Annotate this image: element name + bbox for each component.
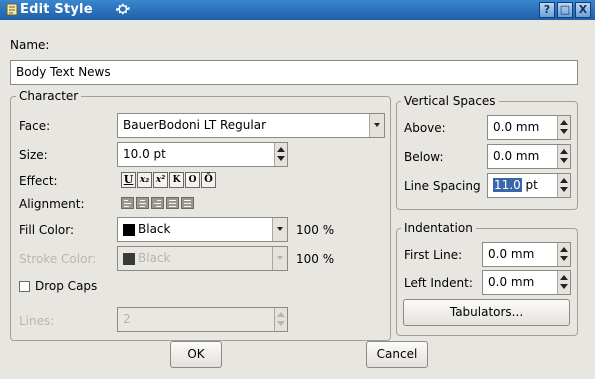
stroke-color-label: Stroke Color: [19,252,97,266]
name-label: Name: [10,38,50,52]
lines-spin-arrows-icon[interactable] [274,308,287,331]
lines-value: 2 [123,312,131,326]
stroke-color-dropdown-arrow-icon[interactable] [272,247,287,270]
outline-button[interactable]: O [185,172,200,188]
name-input-value: Body Text News [16,65,111,79]
fill-color-swatch [123,224,135,236]
character-group-title: Character [16,89,82,103]
tabulators-button[interactable]: Tabulators... [403,299,570,326]
effect-buttons: U x₂ x² K O Ō [121,172,221,189]
ok-button[interactable]: OK [170,341,222,368]
below-spin-arrows-icon[interactable] [557,145,570,168]
above-value: 0.0 mm [493,120,540,134]
superscript-button[interactable]: x² [153,172,168,188]
title-decoration-icon: ⛮ [116,2,130,17]
line-spacing-spinbox[interactable]: 11.0 pt [487,173,571,198]
stroke-color-select[interactable]: Black [117,246,288,271]
effect-label: Effect: [19,174,58,188]
left-indent-spinbox[interactable]: 0.0 mm [482,270,571,295]
below-value: 0.0 mm [493,149,540,163]
maximize-button[interactable]: □ [557,2,573,18]
first-line-label: First Line: [404,248,463,262]
face-select[interactable]: BauerBodoni LT Regular [117,113,385,138]
lines-label: Lines: [19,314,55,328]
lines-spinbox[interactable]: 2 [117,307,288,332]
size-spin-arrows-icon[interactable] [274,143,287,166]
face-dropdown-arrow-icon[interactable] [369,114,384,137]
first-line-spin-arrows-icon[interactable] [557,243,570,266]
alignment-label: Alignment: [19,197,85,211]
fill-color-dropdown-arrow-icon[interactable] [272,218,287,241]
alignment-buttons [121,197,211,211]
first-line-value: 0.0 mm [488,247,535,261]
left-indent-label: Left Indent: [404,276,473,290]
all-caps-button[interactable]: Ō [201,172,216,188]
line-spacing-label: Line Spacing [404,179,481,193]
window-title: Edit Style [20,2,93,17]
below-spinbox[interactable]: 0.0 mm [487,144,571,169]
face-value: BauerBodoni LT Regular [123,118,266,132]
left-indent-value: 0.0 mm [488,275,535,289]
stroke-color-value: Black [138,251,171,265]
line-spacing-spin-arrows-icon[interactable] [557,174,570,197]
align-right-icon[interactable] [151,197,164,209]
align-forced-icon[interactable] [181,197,194,209]
line-spacing-unit: pt [525,178,538,192]
fill-color-label: Fill Color: [19,223,75,237]
size-value: 10.0 pt [123,147,166,161]
drop-caps-label[interactable]: Drop Caps [35,279,97,293]
indentation-title: Indentation [401,221,476,235]
stroke-color-swatch [123,253,135,265]
name-input[interactable]: Body Text News [10,60,578,85]
align-center-icon[interactable] [136,197,149,209]
align-left-icon[interactable] [121,197,134,209]
align-justify-icon[interactable] [166,197,179,209]
above-spinbox[interactable]: 0.0 mm [487,115,571,140]
size-spinbox[interactable]: 10.0 pt [117,142,288,167]
small-caps-button[interactable]: K [169,172,184,188]
vertical-spaces-title: Vertical Spaces [401,94,499,108]
edit-style-dialog: Edit Style ⛮ ? □ X Name: Body Text News … [0,0,595,379]
first-line-spinbox[interactable]: 0.0 mm [482,242,571,267]
title-bar[interactable]: Edit Style ⛮ ? □ X [0,0,595,20]
drop-caps-checkbox[interactable] [19,281,30,292]
above-spin-arrows-icon[interactable] [557,116,570,139]
above-label: Above: [404,121,446,135]
stroke-shade-value[interactable]: 100 % [296,252,334,266]
help-button[interactable]: ? [539,2,555,18]
fill-color-value: Black [138,222,171,236]
line-spacing-selected-value: 11.0 [493,178,522,192]
cancel-button[interactable]: Cancel [366,341,428,368]
below-label: Below: [404,150,444,164]
app-icon [6,3,18,16]
subscript-button[interactable]: x₂ [137,172,152,188]
underline-button[interactable]: U [121,172,136,188]
face-label: Face: [19,119,51,133]
size-label: Size: [19,148,48,162]
left-indent-spin-arrows-icon[interactable] [557,271,570,294]
fill-color-select[interactable]: Black [117,217,288,242]
close-button[interactable]: X [575,2,591,18]
fill-shade-value[interactable]: 100 % [296,223,334,237]
